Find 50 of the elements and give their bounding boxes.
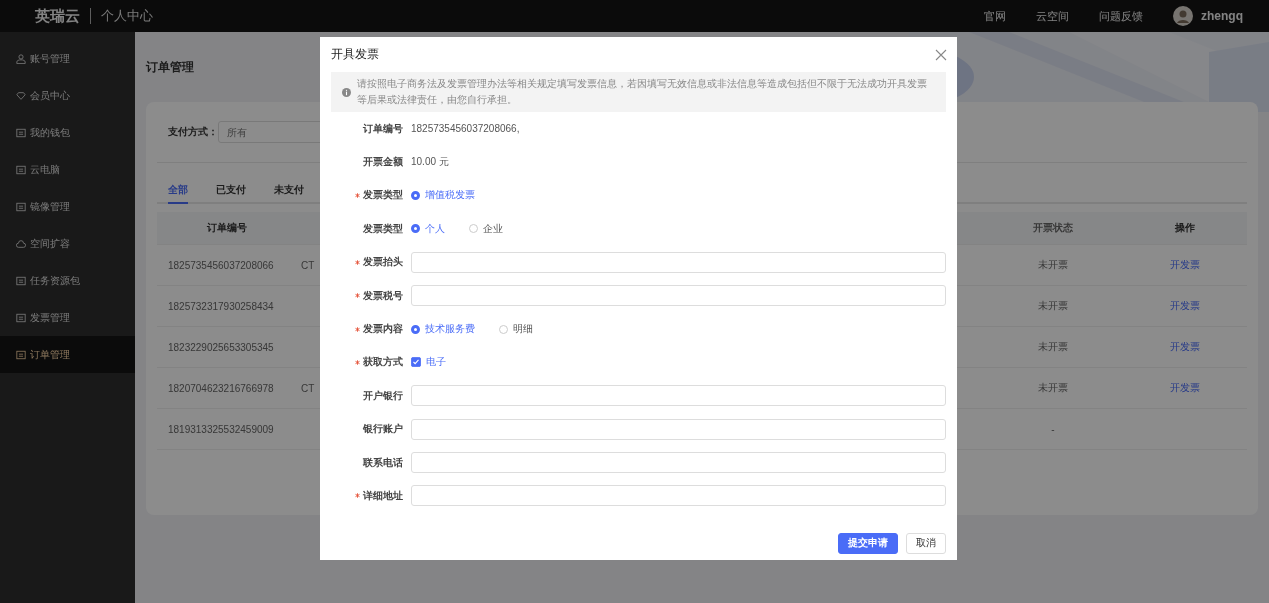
field-label: 开票金额 bbox=[363, 155, 403, 170]
checkbox-label: 电子 bbox=[426, 355, 446, 370]
table-cell-text: - bbox=[1050, 423, 1056, 435]
page-title: 订单管理 bbox=[146, 58, 194, 76]
field-value: 10.00 元 bbox=[411, 155, 449, 170]
sidebar-label: 订单管理 bbox=[30, 347, 70, 362]
table-cell-text: 未开票 bbox=[1037, 258, 1069, 272]
radio-label: 明细 bbox=[513, 322, 533, 337]
column-header: 开票状态 bbox=[1032, 221, 1074, 235]
dialog-title: 开具发票 bbox=[331, 46, 379, 63]
table-cell-text: 1819313325532459009 bbox=[167, 423, 275, 435]
table-cell: CT bbox=[301, 382, 315, 394]
field-label: 发票类型 bbox=[363, 221, 403, 236]
radio-label: 技术服务费 bbox=[425, 322, 475, 337]
sidebar-label: 云电脑 bbox=[30, 162, 60, 177]
radio-label: 企业 bbox=[483, 221, 503, 236]
field-label: 银行账户 bbox=[363, 422, 403, 437]
sidebar-label: 我的钱包 bbox=[30, 125, 70, 140]
sidebar-label: 任务资源包 bbox=[30, 273, 80, 288]
field-label: 发票类型 bbox=[363, 188, 403, 203]
table-cell-text: 1823229025653305345 bbox=[167, 341, 275, 353]
field-label: 订单编号 bbox=[363, 121, 403, 136]
field-label: 发票内容 bbox=[363, 322, 403, 337]
table-cell-text: 1825735456037208066 bbox=[167, 259, 275, 271]
sidebar-label: 发票管理 bbox=[30, 310, 70, 325]
table-cell: CT bbox=[301, 259, 315, 271]
column-header: 操作 bbox=[1174, 221, 1196, 235]
field-label: 获取方式 bbox=[363, 355, 403, 370]
table-cell-text: 未开票 bbox=[1037, 340, 1069, 354]
radio-label: 增值税发票 bbox=[425, 188, 475, 203]
notice-text: 请按照电子商务法及发票管理办法等相关规定填写发票信息，若因填写无效信息或非法信息等造成包括但不限于无法成功开具发票等后果或法律责任，由您自行承担。 bbox=[357, 77, 928, 107]
sidebar-label: 会员中心 bbox=[30, 88, 70, 103]
field-label: 联系电话 bbox=[363, 455, 403, 470]
sidebar-label: 镜像管理 bbox=[30, 199, 70, 214]
table-cell-text: 1825732317930258434 bbox=[167, 300, 275, 312]
table-cell-text: 1820704623216766978 bbox=[167, 382, 275, 394]
field-label: 发票税号 bbox=[363, 288, 403, 303]
table-cell-text: 未开票 bbox=[1037, 381, 1069, 395]
field-label: 详细地址 bbox=[363, 489, 403, 503]
table-cell-text: 未开票 bbox=[1037, 299, 1069, 313]
section-title: 个人中心 bbox=[101, 7, 153, 25]
filter-label: 支付方式： bbox=[168, 125, 218, 139]
field-label: 开户银行 bbox=[363, 388, 403, 403]
logo: 英瑞云 bbox=[35, 6, 80, 26]
column-header: 订单编号 bbox=[206, 221, 248, 235]
field-label: 发票抬头 bbox=[363, 255, 403, 270]
field-value: 1825735456037208066, bbox=[411, 123, 520, 135]
radio-label: 个人 bbox=[425, 221, 445, 236]
sidebar-label: 空间扩容 bbox=[30, 236, 70, 251]
sidebar-label: 账号管理 bbox=[30, 51, 70, 66]
